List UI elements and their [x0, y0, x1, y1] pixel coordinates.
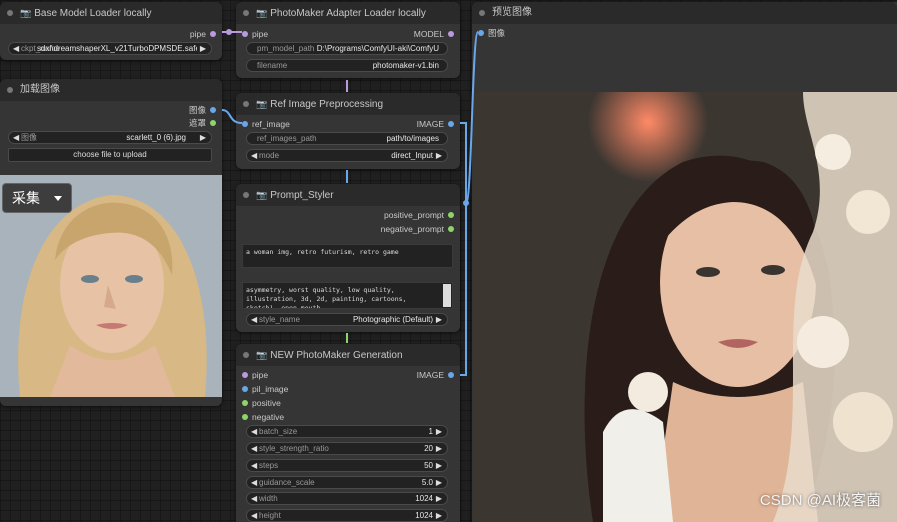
output-model[interactable]: MODEL	[414, 28, 454, 40]
width-number[interactable]: ◀ width 1024 ▶	[246, 492, 448, 505]
prompt-styler-node[interactable]: 📷 Prompt_Styler positive_prompt negative_…	[236, 184, 460, 332]
capture-button[interactable]: 采集	[2, 183, 72, 213]
arrow-left-icon[interactable]: ◀	[251, 460, 257, 471]
collapse-dot[interactable]	[7, 87, 13, 93]
arrow-right-icon[interactable]: ▶	[436, 510, 442, 521]
upload-button[interactable]: choose file to upload	[8, 148, 212, 162]
arrow-left-icon[interactable]: ◀	[251, 150, 257, 161]
input-pipe[interactable]: pipe	[242, 369, 268, 381]
arrow-right-icon[interactable]: ▶	[200, 43, 206, 54]
node-title[interactable]: 📷 Base Model Loader locally	[0, 2, 222, 24]
node-title[interactable]: 预览图像	[472, 2, 897, 24]
ref-image-preprocessing-node[interactable]: 📷 Ref Image Preprocessing ref_image IMAGE…	[236, 93, 460, 169]
collapse-dot[interactable]	[243, 101, 249, 107]
string-socket[interactable]	[448, 226, 454, 232]
image-socket[interactable]	[448, 121, 454, 127]
arrow-right-icon[interactable]: ▶	[436, 443, 442, 454]
generated-image: CSDN @AI极客菌	[473, 92, 897, 522]
arrow-right-icon[interactable]: ▶	[436, 314, 442, 325]
pm-model-path-field[interactable]: pm_model_path D:\Programs\ComfyUI-aki\Co…	[246, 42, 448, 55]
image-socket[interactable]	[478, 30, 484, 36]
mode-combo[interactable]: ◀ mode direct_Input ▶	[246, 149, 448, 162]
load-image-node[interactable]: 加载图像 图像 遮罩 ◀ 图像 scarlett_0 (6).jpg ▶ cho…	[0, 79, 222, 406]
collapse-dot[interactable]	[479, 10, 485, 16]
collapse-dot[interactable]	[7, 10, 13, 16]
batch-size-number[interactable]: ◀ batch_size 1 ▶	[246, 425, 448, 438]
string-socket[interactable]	[448, 212, 454, 218]
arrow-right-icon[interactable]: ▶	[436, 493, 442, 504]
collapse-dot[interactable]	[243, 352, 249, 358]
output-image[interactable]: IMAGE	[417, 369, 454, 381]
camera-icon: 📷	[256, 99, 268, 109]
arrow-left-icon[interactable]: ◀	[251, 477, 257, 488]
input-image[interactable]: 图像	[478, 27, 505, 39]
camera-icon: 📷	[256, 8, 268, 18]
node-title[interactable]: 加载图像	[0, 79, 222, 101]
image-socket[interactable]	[242, 121, 248, 127]
photomaker-adapter-node[interactable]: 📷 PhotoMaker Adapter Loader locally pipe …	[236, 2, 460, 78]
ckpt-name-combo[interactable]: ◀ ckpt_name sdxl\dreamshaperXL_v21TurboD…	[8, 42, 212, 55]
camera-icon: 📷	[256, 350, 268, 360]
pipe-socket[interactable]	[242, 372, 248, 378]
mask-socket[interactable]	[210, 120, 216, 126]
positive-prompt-textarea[interactable]: a woman img, retro futurism, retro game	[242, 244, 453, 268]
arrow-right-icon[interactable]: ▶	[436, 477, 442, 488]
photomaker-generation-node[interactable]: 📷 NEW PhotoMaker Generation pipe IMAGE pi…	[236, 344, 460, 522]
input-pil-image[interactable]: pil_image	[242, 383, 288, 395]
pipe-socket[interactable]	[210, 31, 216, 37]
arrow-left-icon[interactable]: ◀	[13, 43, 19, 54]
arrow-right-icon[interactable]: ▶	[200, 132, 206, 143]
height-number[interactable]: ◀ height 1024 ▶	[246, 509, 448, 522]
image-socket[interactable]	[448, 372, 454, 378]
output-image[interactable]: IMAGE	[417, 118, 454, 130]
node-title[interactable]: 📷 PhotoMaker Adapter Loader locally	[236, 2, 460, 24]
watermark: CSDN @AI极客菌	[759, 492, 881, 509]
image-socket[interactable]	[210, 107, 216, 113]
node-title[interactable]: 📷 Prompt_Styler	[236, 184, 460, 206]
collapse-dot[interactable]	[243, 192, 249, 198]
output-negative-prompt[interactable]: negative_prompt	[381, 223, 454, 235]
collapse-dot[interactable]	[243, 10, 249, 16]
output-pipe[interactable]: pipe	[190, 28, 216, 40]
arrow-left-icon[interactable]: ◀	[251, 510, 257, 521]
style-strength-ratio-number[interactable]: ◀ style_strength_ratio 20 ▶	[246, 442, 448, 455]
string-socket[interactable]	[242, 400, 248, 406]
model-socket[interactable]	[448, 31, 454, 37]
guidance-scale-number[interactable]: ◀ guidance_scale 5.0 ▶	[246, 476, 448, 489]
camera-icon: 📷	[256, 190, 268, 200]
arrow-left-icon[interactable]: ◀	[251, 314, 257, 325]
arrow-left-icon[interactable]: ◀	[251, 443, 257, 454]
pipe-socket[interactable]	[242, 31, 248, 37]
input-negative[interactable]: negative	[242, 411, 284, 423]
arrow-right-icon[interactable]: ▶	[436, 426, 442, 437]
input-positive[interactable]: positive	[242, 397, 281, 409]
scrollbar[interactable]	[443, 284, 451, 307]
arrow-right-icon[interactable]: ▶	[436, 150, 442, 161]
image-combo[interactable]: ◀ 图像 scarlett_0 (6).jpg ▶	[8, 131, 212, 144]
negative-prompt-textarea[interactable]: asymmetry, worst quality, low quality, i…	[242, 282, 453, 309]
base-model-loader-node[interactable]: 📷 Base Model Loader locally pipe ◀ ckpt_n…	[0, 2, 222, 60]
output-mask[interactable]: 遮罩	[189, 117, 216, 129]
chevron-down-icon	[54, 196, 62, 201]
ref-images-path-field[interactable]: ref_images_path path/to/images	[246, 132, 448, 145]
output-positive-prompt[interactable]: positive_prompt	[384, 209, 454, 221]
node-title[interactable]: 📷 Ref Image Preprocessing	[236, 93, 460, 115]
output-image[interactable]: 图像	[189, 104, 216, 116]
image-socket[interactable]	[242, 386, 248, 392]
style-name-combo[interactable]: ◀ style_name Photographic (Default) ▶	[246, 313, 448, 326]
arrow-left-icon[interactable]: ◀	[13, 132, 19, 143]
filename-field[interactable]: filename photomaker-v1.bin	[246, 59, 448, 72]
camera-icon: 📷	[20, 8, 32, 18]
input-ref-image[interactable]: ref_image	[242, 118, 290, 130]
node-title[interactable]: 📷 NEW PhotoMaker Generation	[236, 344, 460, 366]
steps-number[interactable]: ◀ steps 50 ▶	[246, 459, 448, 472]
arrow-left-icon[interactable]: ◀	[251, 426, 257, 437]
generated-portrait-illustration	[473, 92, 897, 522]
arrow-left-icon[interactable]: ◀	[251, 493, 257, 504]
string-socket[interactable]	[242, 414, 248, 420]
arrow-right-icon[interactable]: ▶	[436, 460, 442, 471]
input-pipe[interactable]: pipe	[242, 28, 268, 40]
